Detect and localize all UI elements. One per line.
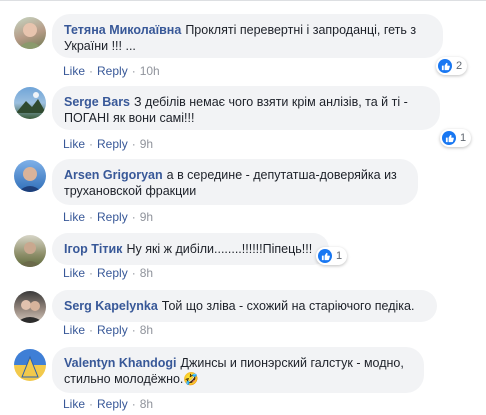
avatar-photo-icon [19, 242, 41, 267]
comment-author[interactable]: Serge Bars [64, 95, 130, 109]
like-link[interactable]: Like [63, 323, 85, 337]
separator-dot: · [89, 266, 94, 280]
separator-dot: · [131, 397, 136, 411]
comment-actions: Like · Reply · 8h [63, 323, 153, 337]
comment-author[interactable]: Тетяна Миколаївна [64, 23, 181, 37]
like-thumb-icon [442, 131, 456, 145]
separator-dot: · [89, 64, 94, 78]
like-link[interactable]: Like [63, 137, 85, 151]
reply-link[interactable]: Reply [97, 323, 128, 337]
avatar[interactable] [14, 160, 46, 192]
top-divider [0, 0, 486, 1]
reply-link[interactable]: Reply [97, 397, 128, 411]
reaction-count[interactable]: 1 [440, 129, 472, 147]
comment-timestamp[interactable]: 8h [140, 323, 153, 337]
comment-timestamp[interactable]: 8h [140, 397, 153, 411]
separator-dot: · [89, 397, 94, 411]
avatar[interactable] [14, 291, 46, 323]
separator-dot: · [89, 323, 94, 337]
reaction-count[interactable]: 2 [436, 57, 468, 75]
comment-actions: Like · Reply · 10h [63, 64, 160, 78]
comment-bubble: Тетяна Миколаївна Прокляті перевертні і з… [52, 14, 443, 58]
comment-actions: Like · Reply · 8h [63, 266, 153, 280]
separator-dot: · [131, 137, 136, 151]
like-link[interactable]: Like [63, 397, 85, 411]
like-thumb-icon [438, 59, 452, 73]
comment-author[interactable]: Arsen Grigoryan [64, 168, 163, 182]
reply-link[interactable]: Reply [97, 137, 128, 151]
reply-link[interactable]: Reply [97, 64, 128, 78]
avatar-photo-icon [16, 92, 46, 113]
avatar[interactable] [14, 349, 46, 381]
reaction-number: 2 [456, 60, 463, 72]
avatar[interactable] [14, 17, 46, 49]
reaction-number: 1 [460, 132, 467, 144]
comment-bubble: Serg Kapelynka Той що зліва - схожий на с… [52, 290, 437, 322]
comment-bubble: Arsen Grigoryan а в середине - депутатша-… [52, 159, 418, 205]
comment-bubble: Serge Bars З дебілів немає чого взяти крі… [52, 86, 440, 130]
comment-actions: Like · Reply · 8h [63, 397, 153, 411]
like-link[interactable]: Like [63, 64, 85, 78]
comment-text: Ну які ж дибіли........!!!!!!Піпець!!! [126, 242, 313, 256]
avatar-photo-icon [18, 167, 42, 192]
like-thumb-icon [318, 249, 332, 263]
reaction-number: 1 [336, 250, 343, 262]
comment-actions: Like · Reply · 9h [63, 210, 153, 224]
separator-dot: · [131, 64, 136, 78]
separator-dot: · [131, 266, 136, 280]
separator-dot: · [131, 210, 136, 224]
comment-timestamp[interactable]: 10h [140, 64, 160, 78]
comment-bubble: Ігор Тітик Ну які ж дибіли........!!!!!!П… [52, 233, 329, 265]
comment-bubble: Valentyn Khandogi Джинсы и пионэрский гал… [52, 347, 424, 393]
separator-dot: · [89, 137, 94, 151]
avatar-photo-icon [21, 355, 39, 378]
comment-actions: Like · Reply · 9h [63, 137, 153, 151]
like-link[interactable]: Like [63, 266, 85, 280]
avatar-photo-icon [16, 300, 44, 323]
reply-link[interactable]: Reply [97, 210, 128, 224]
comment-author[interactable]: Serg Kapelynka [64, 299, 158, 313]
comment-timestamp[interactable]: 9h [140, 210, 153, 224]
separator-dot: · [131, 323, 136, 337]
separator-dot: · [89, 210, 94, 224]
avatar[interactable] [14, 235, 46, 267]
avatar-photo-icon [18, 23, 42, 49]
like-link[interactable]: Like [63, 210, 85, 224]
comment-author[interactable]: Ігор Тітик [64, 242, 122, 256]
comment-timestamp[interactable]: 9h [140, 137, 153, 151]
comment-author[interactable]: Valentyn Khandogi [64, 356, 177, 370]
avatar[interactable] [14, 87, 46, 119]
comment-text: Той що зліва - схожий на старіючого педі… [161, 299, 415, 313]
reaction-count[interactable]: 1 [316, 247, 348, 265]
comment-timestamp[interactable]: 8h [140, 266, 153, 280]
reply-link[interactable]: Reply [97, 266, 128, 280]
